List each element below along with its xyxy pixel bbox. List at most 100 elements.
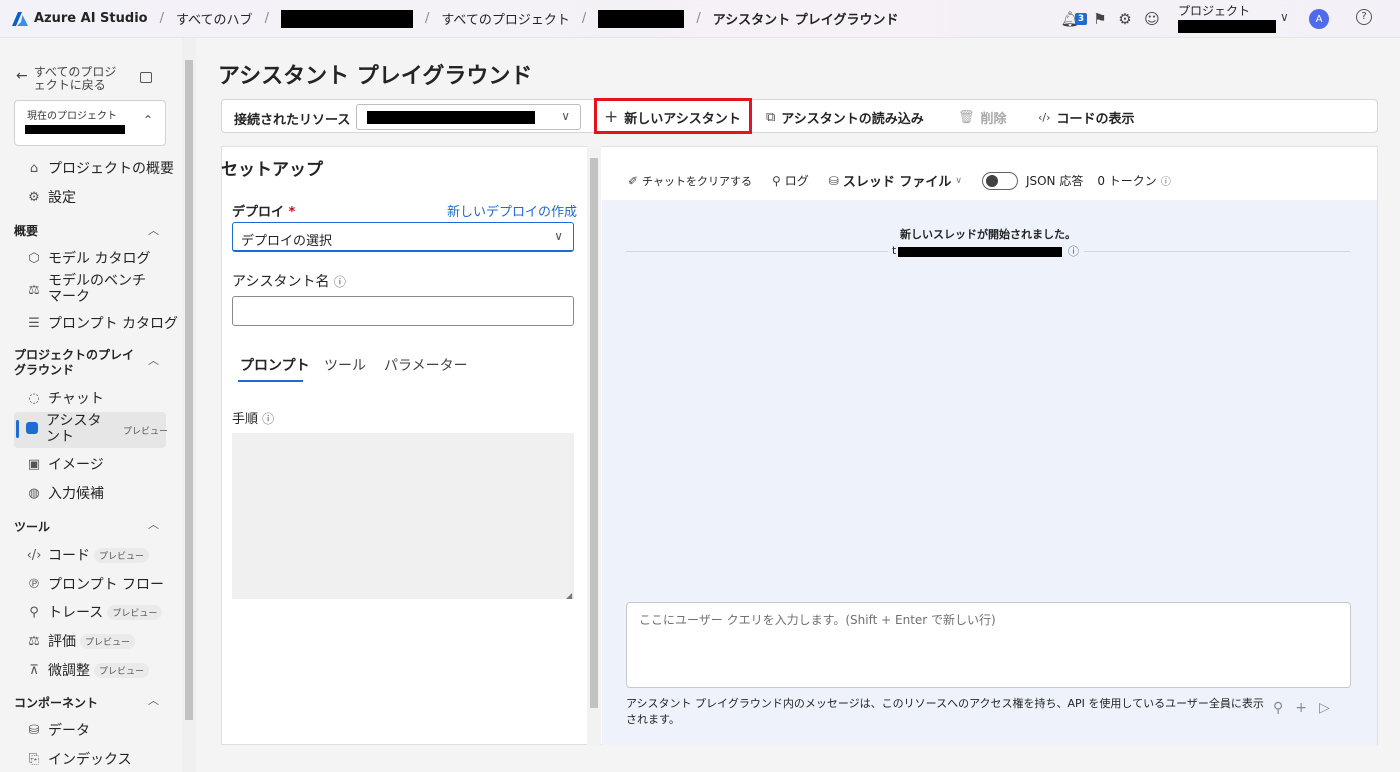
chat-icon: ◌ — [28, 390, 40, 406]
database-icon: ⛁ — [828, 173, 839, 188]
help-icon[interactable]: ? — [1356, 9, 1372, 25]
sidebar-item-prompt-catalog[interactable]: ☰ プロンプト カタログ — [26, 313, 178, 333]
sidebar-item-prompt-flow[interactable]: ℗ プロンプト フロー — [26, 574, 165, 594]
redacted-current-project — [25, 125, 125, 134]
breadcrumb-projects[interactable]: すべてのプロジェクト — [441, 9, 570, 28]
setup-scrollbar[interactable] — [587, 146, 601, 745]
delete-button[interactable]: 🗑︎ 削除 — [958, 108, 1007, 127]
sidebar-item-completions[interactable]: ◍ 入力候補 — [26, 483, 104, 503]
sidebar-item-image[interactable]: ▣ イメージ — [26, 454, 104, 474]
load-assistant-button[interactable]: ⧉ アシスタントの読み込み — [766, 108, 924, 127]
chevron-up-icon[interactable]: ︿ — [148, 516, 159, 532]
sidebar-item-label: イメージ — [48, 457, 104, 473]
current-project-label: 現在のプロジェクト — [27, 111, 117, 122]
home-icon: ⌂ — [29, 160, 39, 176]
database-icon: ⛁ — [28, 722, 40, 738]
breadcrumb-hubs[interactable]: すべてのハブ — [176, 9, 253, 28]
send-icon[interactable]: ▷ — [1319, 700, 1330, 716]
sidebar-item-label: プロンプト カタログ — [48, 316, 179, 332]
breadcrumb-separator: / — [696, 11, 701, 26]
sidebar-item-label: 微調整 — [48, 663, 90, 679]
instructions-textarea[interactable] — [232, 433, 574, 599]
section-components: コンポーネント — [14, 696, 99, 710]
back-to-projects[interactable]: ← すべてのプロジェクトに戻る — [16, 66, 124, 92]
back-label: すべてのプロジェクトに戻る — [33, 65, 117, 92]
avatar[interactable]: A — [1309, 9, 1329, 29]
sidebar-item-label: インデックス — [48, 752, 132, 768]
collapse-panel-icon[interactable] — [140, 72, 152, 83]
active-tab-underline — [238, 380, 303, 382]
section-tools: ツール — [14, 520, 51, 534]
redacted-hub-name[interactable] — [280, 9, 413, 28]
preview-badge: プレビュー — [107, 604, 163, 620]
trash-icon: 🗑︎ — [958, 110, 975, 125]
resize-handle-icon[interactable]: ◢ — [566, 591, 572, 600]
preview-badge: プレビュー — [94, 662, 150, 678]
sidebar-item-evaluation[interactable]: ⚖ 評価 プレビュー — [26, 631, 136, 651]
new-deployment-link[interactable]: 新しいデプロイの作成 — [447, 201, 577, 220]
sidebar-item-trace[interactable]: ⚲ トレース プレビュー — [26, 602, 163, 622]
sidebar-item-model-catalog[interactable]: ⬡ モデル カタログ — [26, 248, 150, 268]
app-name[interactable]: Azure AI Studio — [34, 11, 148, 26]
resource-select[interactable]: ∨ — [356, 104, 581, 130]
composer-actions: ⚲ + ▷ — [1273, 700, 1342, 716]
chevron-up-icon[interactable]: ︿ — [148, 222, 159, 238]
chevron-down-icon[interactable]: ∨ — [1280, 10, 1289, 24]
redacted-project-name[interactable] — [598, 9, 685, 28]
active-indicator — [16, 420, 19, 438]
sidebar-item-label: データ — [48, 723, 90, 739]
sidebar-item-overview[interactable]: ⌂ プロジェクトの概要 — [26, 158, 174, 178]
chevron-updown-icon: ⌃ — [142, 113, 153, 127]
sidebar-item-chat[interactable]: ◌ チャット — [26, 388, 104, 408]
redacted-account-name[interactable] — [1178, 20, 1276, 33]
gear-icon: ⚙ — [28, 189, 40, 205]
user-query-input[interactable]: ここにユーザー クエリを入力します。(Shift + Enter で新しい行) — [626, 602, 1351, 688]
breadcrumb-separator: / — [264, 11, 269, 26]
deployment-select-value: デプロイの選択 — [241, 234, 333, 249]
view-code-button[interactable]: ‹/› コードの表示 — [1038, 108, 1135, 127]
sidebar-item-label: トレース — [48, 605, 104, 621]
sidebar-item-settings[interactable]: ⚙ 設定 — [26, 187, 76, 207]
info-icon[interactable]: ⓘ — [1068, 243, 1079, 259]
gear-icon[interactable]: ⚙ — [1111, 10, 1139, 28]
project-label: プロジェクト — [1178, 4, 1251, 18]
sidebar-item-data[interactable]: ⛁ データ — [26, 720, 90, 740]
scrollbar-thumb[interactable] — [185, 60, 193, 720]
completions-icon: ◍ — [28, 485, 40, 501]
info-icon[interactable]: ⓘ — [1161, 173, 1171, 188]
megaphone-icon[interactable]: ⚑ — [1086, 10, 1114, 28]
tab-tools[interactable]: ツール — [324, 355, 366, 375]
chevron-down-icon: ∨ — [554, 229, 563, 243]
info-icon[interactable]: ⓘ — [334, 275, 346, 289]
plus-icon[interactable]: + — [1295, 700, 1307, 716]
page-title: アシスタント プレイグラウンド — [218, 64, 533, 89]
arrow-left-icon: ← — [16, 68, 28, 84]
section-overview: 概要 — [14, 224, 39, 238]
sidebar-item-benchmark[interactable]: ⚖ モデルのベンチマーク — [26, 273, 158, 305]
deployment-select[interactable]: デプロイの選択 ∨ — [232, 222, 574, 252]
assistant-name-input[interactable] — [232, 296, 574, 326]
thread-id: t ⓘ — [888, 244, 1084, 260]
info-icon[interactable]: ⓘ — [262, 412, 274, 426]
thread-files-button[interactable]: ⛁ スレッド ファイル ∨ — [828, 171, 962, 191]
chevron-up-icon[interactable]: ︿ — [148, 692, 159, 708]
attach-icon[interactable]: ⚲ — [1273, 700, 1283, 716]
preview-badge: プレビュー — [94, 547, 150, 563]
sidebar-item-fine-tuning[interactable]: ⊼ 微調整 プレビュー — [26, 660, 150, 680]
sidebar-item-label: アシスタント — [46, 413, 102, 445]
sidebar-scrollbar[interactable] — [182, 38, 196, 772]
preview-badge: プレビュー — [123, 427, 169, 437]
setup-title: セットアップ — [221, 160, 323, 180]
sidebar-item-code[interactable]: ‹/› コード プレビュー — [26, 545, 150, 565]
scrollbar-thumb[interactable] — [590, 158, 598, 708]
json-response-toggle[interactable] — [981, 171, 1018, 190]
smiley-icon[interactable]: ☺ — [1138, 10, 1166, 28]
current-project-selector[interactable]: 現在のプロジェクト ⌃ — [14, 100, 166, 146]
log-button[interactable]: ⚲ ログ — [772, 172, 809, 189]
sidebar-item-index[interactable]: ⎘ インデックス — [26, 749, 132, 769]
query-placeholder: ここにユーザー クエリを入力します。(Shift + Enter で新しい行) — [639, 613, 996, 627]
clear-chat-button[interactable]: ✐ チャットをクリアする — [628, 173, 752, 189]
chevron-up-icon[interactable]: ︿ — [148, 352, 159, 368]
tab-parameters[interactable]: パラメーター — [384, 355, 468, 375]
tab-prompt[interactable]: プロンプト — [240, 355, 310, 375]
